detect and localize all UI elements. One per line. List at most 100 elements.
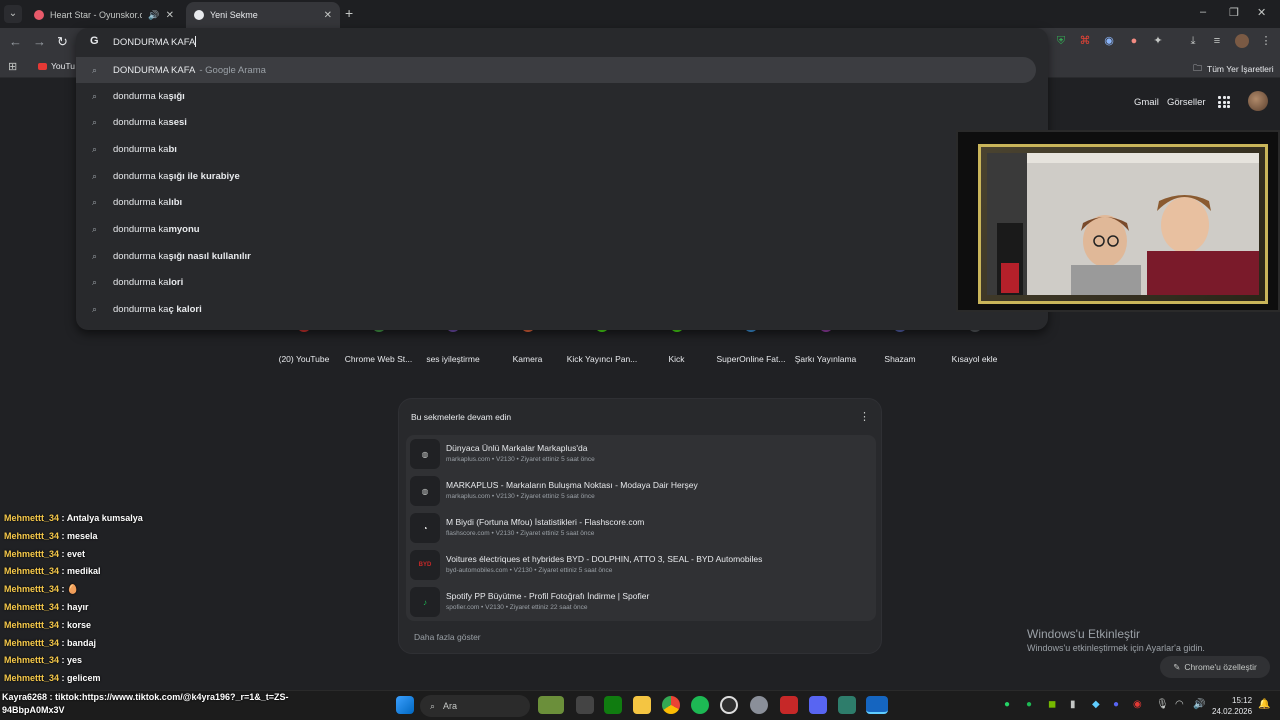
continue-item[interactable]: BYD Voitures électriques et hybrides BYD… <box>406 546 876 583</box>
chat-text: Antalya kumsalya <box>66 513 143 523</box>
kebab-menu-icon[interactable]: ⋮ <box>1259 34 1273 48</box>
all-bookmarks[interactable]: 🗀 Tüm Yer İşaretleri <box>1193 61 1274 77</box>
shortcut-label: (20) YouTube <box>278 354 330 364</box>
taskbar-clock[interactable]: 15:12 24.02.2026 <box>1212 695 1252 717</box>
microphone-icon[interactable]: 🎙 <box>1156 699 1169 710</box>
youtube-icon <box>38 62 47 70</box>
tab-heart-star[interactable]: Heart Star - Oyunskor.com 🔊 ✕ <box>26 2 182 28</box>
clock-time: 15:12 <box>1232 696 1253 705</box>
obs-icon[interactable] <box>720 696 738 714</box>
images-link[interactable]: Görseller <box>1167 97 1206 108</box>
spotify-tray-icon[interactable]: ● <box>1026 699 1032 710</box>
omnibox-suggestion[interactable]: ⌕ dondurma kaşığı <box>76 83 1036 109</box>
omnibox-suggestion[interactable]: ⌕ dondurma kamyonu <box>76 217 1036 243</box>
reload-icon[interactable]: ↻ <box>57 34 68 50</box>
new-tab-plus-icon[interactable]: + <box>345 5 353 21</box>
forward-arrow-icon[interactable]: → <box>33 34 46 49</box>
wifi-icon[interactable]: ◠ <box>1175 699 1184 710</box>
nvidia-tray-icon[interactable]: ◼ <box>1048 699 1056 710</box>
omnibox-suggestion[interactable]: ⌕ dondurma kabı <box>76 136 1036 162</box>
extension-badge-icon[interactable]: ● <box>1127 34 1141 48</box>
pdf-extension-icon[interactable]: ⌘ <box>1078 34 1092 48</box>
chat-text: hayır <box>67 602 89 612</box>
search-icon: ⌕ <box>91 143 98 154</box>
omnibox-suggestion[interactable]: ⌕ dondurma kalıbı <box>76 190 1036 216</box>
continue-item[interactable]: ◔ M Biydi (Fortuna Mfou) İstatistikleri … <box>406 509 876 546</box>
folder-icon: 🗀 <box>1193 63 1203 73</box>
chat-separator: : <box>59 655 68 666</box>
discord-icon[interactable] <box>809 696 827 714</box>
chat-separator: : <box>59 548 68 559</box>
spotify-icon[interactable] <box>691 696 709 714</box>
continue-item-meta: spofier.com • V2130 • Ziyaret ettiniz 22… <box>446 604 588 611</box>
google-apps-icon[interactable] <box>1218 96 1230 108</box>
restore-icon[interactable]: ❐ <box>1229 6 1239 19</box>
tab-search-button[interactable]: ⌄ <box>4 5 22 23</box>
widgets-icon[interactable] <box>538 696 564 714</box>
omnibox-suggestion[interactable]: ⌕ DONDURMA KAFA - Google Arama <box>76 57 1036 83</box>
tab-new-tab[interactable]: Yeni Sekme ✕ <box>186 2 340 28</box>
suggestion-text: dondurma kaşığı nasıl kullanılır <box>113 251 251 262</box>
continue-item[interactable]: ◍ MARKAPLUS - Markaların Buluşma Noktası… <box>406 472 876 509</box>
media-queue-icon[interactable]: ≡ <box>1210 34 1224 48</box>
notification-bell-icon[interactable]: 🔔 <box>1258 699 1270 710</box>
search-icon: ⌕ <box>91 224 98 234</box>
tiktok-line-1: Kayra6268 : tiktok:https://www.tiktok.co… <box>2 692 289 702</box>
app-tray-icon[interactable]: ◉ <box>1133 699 1142 710</box>
close-tab-icon[interactable]: ✕ <box>166 10 174 21</box>
omnibox-suggestion[interactable]: ⌕ dondurma kaç kalori <box>76 297 1036 323</box>
close-tab-icon[interactable]: ✕ <box>324 10 332 21</box>
omnibox-suggestion[interactable]: ⌕ dondurma kaşığı ile kurabiye <box>76 163 1036 189</box>
suggestion-completion: lori <box>168 277 184 289</box>
chrome-icon[interactable] <box>662 696 680 714</box>
minimize-icon[interactable]: – <box>1200 6 1206 18</box>
network-tray-icon[interactable]: ▮ <box>1070 699 1076 710</box>
speaker-icon[interactable]: 🔊 <box>148 10 159 21</box>
customize-chrome-button[interactable]: ✎ Chrome'u özelleştir <box>1160 656 1270 678</box>
address-bar[interactable]: G DONDURMA KAFA <box>76 28 1048 56</box>
all-bookmarks-label: Tüm Yer İşaretleri <box>1207 64 1274 74</box>
discord-tray-icon[interactable]: ● <box>1113 699 1119 710</box>
youtube-bookmark[interactable]: YouTu <box>38 61 75 71</box>
close-window-icon[interactable]: ✕ <box>1257 6 1266 19</box>
wave-extension-icon[interactable]: ◉ <box>1102 34 1116 48</box>
active-app-icon[interactable] <box>866 696 888 714</box>
chat-separator: : <box>59 584 68 595</box>
suggestion-typed: dondurma ka <box>113 143 169 155</box>
card-menu-icon[interactable]: ⋮ <box>859 410 870 423</box>
continue-item-title: Voitures électriques et hybrides BYD - D… <box>446 554 763 564</box>
taskbar-search[interactable]: ⌕ Ara <box>420 695 530 717</box>
shortcut-label: Chrome Web St... <box>344 354 413 364</box>
xbox-icon[interactable] <box>604 696 622 714</box>
continue-item-meta: byd-automobiles.com • V2130 • Ziyaret et… <box>446 567 613 574</box>
chat-separator: : <box>59 619 68 630</box>
omnibox-suggestion[interactable]: ⌕ dondurma kaşığı nasıl kullanılır <box>76 243 1036 269</box>
omnibox-suggestion[interactable]: ⌕ dondurma kasesi <box>76 110 1036 136</box>
profile-avatar-icon[interactable] <box>1235 34 1249 48</box>
store-app-icon[interactable] <box>838 696 856 714</box>
windows-start-icon[interactable] <box>396 696 414 714</box>
continue-item[interactable]: ◍ Dünyaca Ünlü Markalar Markaplus'da mar… <box>406 435 876 472</box>
news-app-icon[interactable] <box>780 696 798 714</box>
puzzle-extensions-icon[interactable]: ✦ <box>1151 34 1165 48</box>
file-explorer-icon[interactable] <box>633 696 651 714</box>
volume-icon[interactable]: 🔊 <box>1193 699 1205 710</box>
omnibox-suggestion[interactable]: ⌕ dondurma kalori <box>76 270 1036 296</box>
settings-icon[interactable] <box>750 696 768 714</box>
security-tray-icon[interactable]: ◆ <box>1092 699 1100 710</box>
tiktok-line-2: 94BbpA0Mx3V <box>2 705 65 715</box>
chat-username: Mehmettt_34 <box>4 637 60 648</box>
whatsapp-tray-icon[interactable]: ● <box>1004 699 1010 710</box>
back-arrow-icon[interactable]: ← <box>9 34 22 49</box>
suggestion-completion: lıbı <box>168 197 183 209</box>
account-avatar[interactable] <box>1248 91 1268 111</box>
suggestion-typed: dondurma ka <box>113 197 169 209</box>
shield-extension-icon[interactable]: ⛨ <box>1054 34 1068 48</box>
continue-item[interactable]: ♪ Spotify PP Büyütme - Profil Fotoğrafı … <box>406 583 876 620</box>
address-input[interactable]: DONDURMA KAFA <box>113 36 197 48</box>
show-more-link[interactable]: Daha fazla göster <box>414 632 481 642</box>
download-icon[interactable]: ⤓ <box>1186 34 1200 48</box>
apps-grid-icon[interactable]: ⊞ <box>8 60 17 73</box>
gmail-link[interactable]: Gmail <box>1134 97 1159 108</box>
task-view-icon[interactable] <box>576 696 594 714</box>
